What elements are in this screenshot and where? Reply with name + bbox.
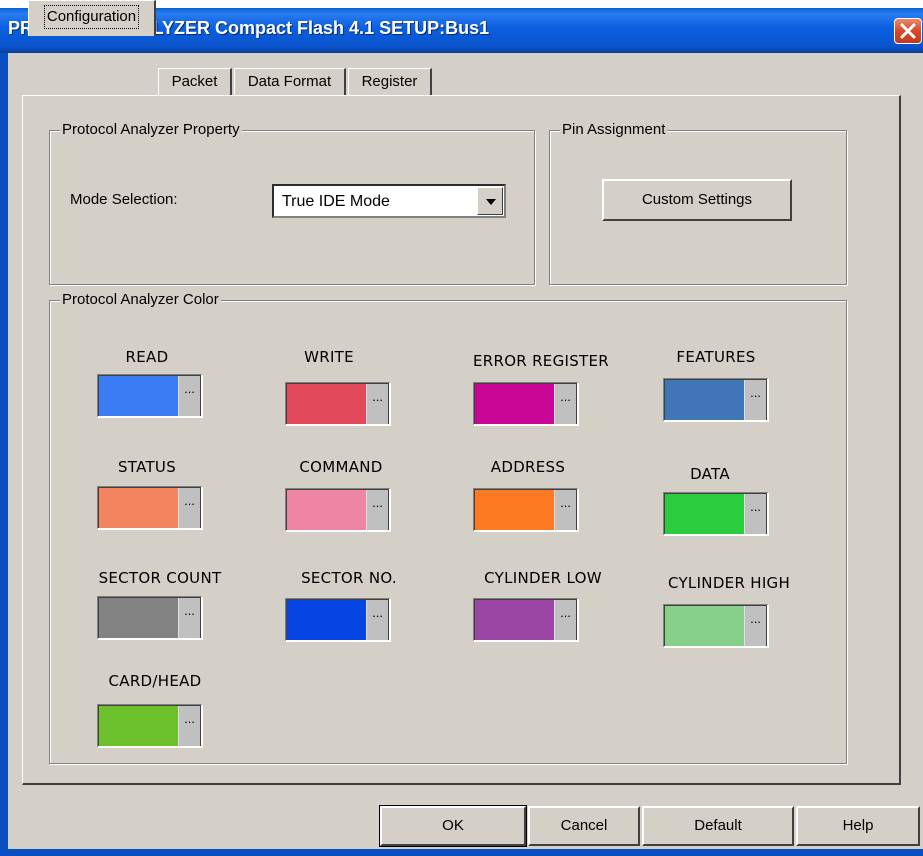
tab-register[interactable]: Register xyxy=(348,68,432,96)
color-swatch-cylinder-low[interactable] xyxy=(475,600,555,640)
color-browse-button-data[interactable]: ... xyxy=(744,494,766,534)
color-picker-write[interactable]: ... xyxy=(285,382,391,426)
tab-register-label: Register xyxy=(361,73,418,90)
color-browse-button-error-register[interactable]: ... xyxy=(554,384,576,424)
color-picker-command[interactable]: ... xyxy=(285,488,391,532)
color-browse-button-status[interactable]: ... xyxy=(178,488,200,528)
color-label-sector-no: SECTOR NO. xyxy=(301,569,397,587)
color-swatch-write[interactable] xyxy=(287,384,367,424)
color-browse-button-command[interactable]: ... xyxy=(366,490,388,530)
color-swatch-card-head[interactable] xyxy=(99,706,179,746)
mode-selection-label: Mode Selection: xyxy=(70,191,178,208)
help-button[interactable]: Help xyxy=(796,806,920,846)
color-browse-button-cylinder-high[interactable]: ... xyxy=(744,606,766,646)
ok-label: OK xyxy=(442,817,464,834)
ok-button[interactable]: OK xyxy=(379,805,527,847)
tab-data-format-label: Data Format xyxy=(247,73,332,90)
help-label: Help xyxy=(842,817,874,834)
color-swatch-data[interactable] xyxy=(665,494,745,534)
color-browse-button-read[interactable]: ... xyxy=(178,376,200,416)
color-browse-button-card-head[interactable]: ... xyxy=(178,706,200,746)
color-picker-error-register[interactable]: ... xyxy=(473,382,579,426)
color-picker-sector-count[interactable]: ... xyxy=(97,596,203,640)
mode-selection-value: True IDE Mode xyxy=(282,193,390,210)
color-picker-features[interactable]: ... xyxy=(663,378,769,422)
default-label: Default xyxy=(694,817,742,834)
color-picker-cylinder-high[interactable]: ... xyxy=(663,604,769,648)
tab-packet-label: Packet xyxy=(171,73,218,90)
tab-configuration[interactable]: Configuration xyxy=(28,0,156,36)
color-picker-sector-no[interactable]: ... xyxy=(285,598,391,642)
color-picker-status[interactable]: ... xyxy=(97,486,203,530)
color-swatch-features[interactable] xyxy=(665,380,745,420)
color-swatch-sector-count[interactable] xyxy=(99,598,179,638)
dropdown-arrow-button[interactable] xyxy=(477,187,503,215)
default-button[interactable]: Default xyxy=(642,806,794,846)
color-swatch-cylinder-high[interactable] xyxy=(665,606,745,646)
color-label-command: COMMAND xyxy=(299,458,383,476)
tab-data-format[interactable]: Data Format xyxy=(234,68,346,96)
mode-selection-dropdown[interactable]: True IDE Mode xyxy=(272,184,506,218)
color-label-read: READ xyxy=(125,348,169,366)
color-label-write: WRITE xyxy=(304,348,354,366)
color-swatch-status[interactable] xyxy=(99,488,179,528)
property-group-legend: Protocol Analyzer Property xyxy=(60,121,242,138)
color-picker-read[interactable]: ... xyxy=(97,374,203,418)
color-browse-button-write[interactable]: ... xyxy=(366,384,388,424)
color-picker-data[interactable]: ... xyxy=(663,492,769,536)
color-label-address: ADDRESS xyxy=(490,458,566,476)
color-swatch-address[interactable] xyxy=(475,490,555,530)
color-picker-address[interactable]: ... xyxy=(473,488,579,532)
color-label-sector-count: SECTOR COUNT xyxy=(98,569,222,587)
color-group-legend: Protocol Analyzer Color xyxy=(60,291,221,308)
window-frame-bottom xyxy=(0,849,923,856)
color-label-error-register: ERROR REGISTER xyxy=(472,352,610,370)
cancel-button[interactable]: Cancel xyxy=(528,806,640,846)
color-label-card-head: CARD/HEAD xyxy=(108,672,202,690)
custom-settings-button[interactable]: Custom Settings xyxy=(602,179,792,221)
color-browse-button-sector-no[interactable]: ... xyxy=(366,600,388,640)
color-swatch-command[interactable] xyxy=(287,490,367,530)
color-label-cylinder-high: CYLINDER HIGH xyxy=(667,574,791,592)
tab-packet[interactable]: Packet xyxy=(158,68,232,96)
color-browse-button-features[interactable]: ... xyxy=(744,380,766,420)
color-picker-cylinder-low[interactable]: ... xyxy=(473,598,579,642)
cancel-label: Cancel xyxy=(560,817,608,834)
color-label-features: FEATURES xyxy=(676,348,756,366)
close-button[interactable] xyxy=(894,18,922,44)
color-swatch-sector-no[interactable] xyxy=(287,600,367,640)
pin-assignment-legend: Pin Assignment xyxy=(560,121,668,138)
color-label-data: DATA xyxy=(690,465,730,483)
color-label-status: STATUS xyxy=(117,458,177,476)
color-swatch-error-register[interactable] xyxy=(475,384,555,424)
color-browse-button-cylinder-low[interactable]: ... xyxy=(554,600,576,640)
custom-settings-label: Custom Settings xyxy=(641,191,753,208)
color-picker-card-head[interactable]: ... xyxy=(97,704,203,748)
color-browse-button-sector-count[interactable]: ... xyxy=(178,598,200,638)
tab-configuration-label: Configuration xyxy=(43,5,140,29)
color-browse-button-address[interactable]: ... xyxy=(554,490,576,530)
color-label-cylinder-low: CYLINDER LOW xyxy=(484,569,602,587)
color-swatch-read[interactable] xyxy=(99,376,179,416)
